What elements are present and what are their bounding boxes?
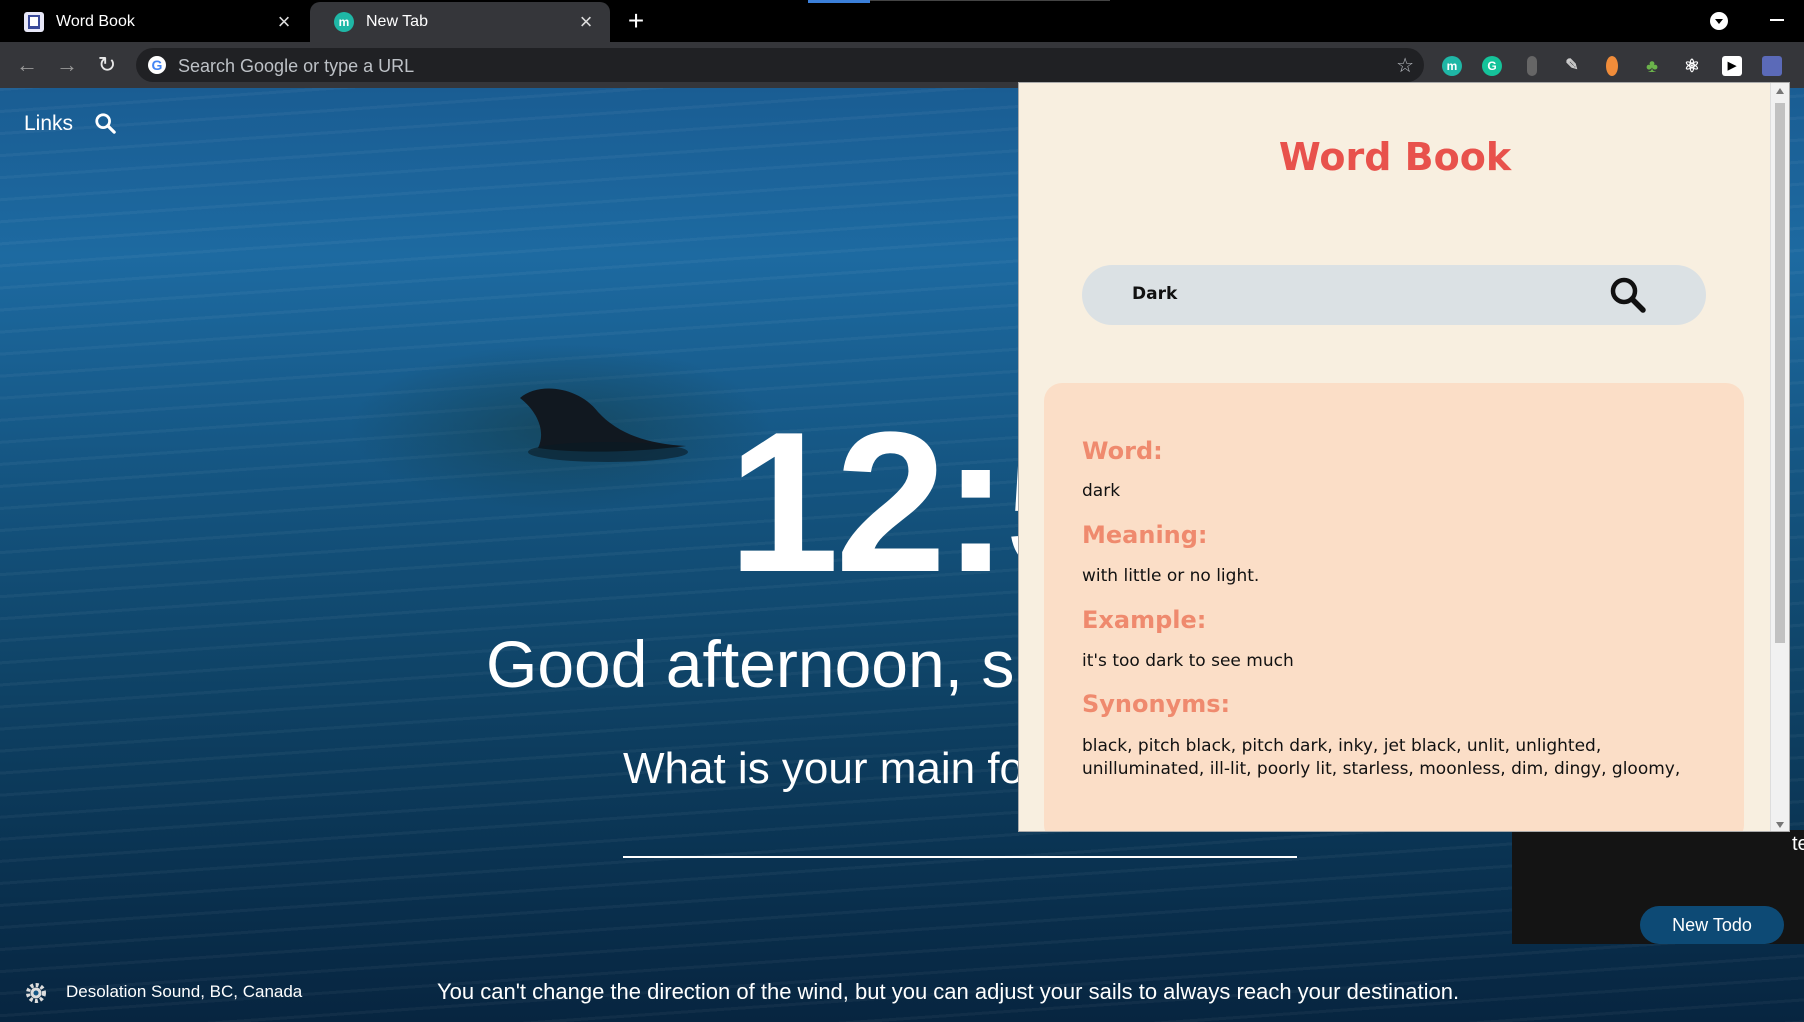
meaning-value: with little or no light.	[1082, 566, 1260, 586]
popup-title: Word Book	[1278, 135, 1512, 179]
ball-icon[interactable]	[1606, 56, 1618, 76]
result-card: Word: dark Meaning: with little or no li…	[1044, 383, 1744, 831]
forward-button[interactable]: →	[52, 50, 82, 80]
focus-input[interactable]	[623, 856, 1297, 858]
google-icon: G	[148, 56, 166, 74]
address-placeholder: Search Google or type a URL	[178, 56, 415, 76]
address-bar[interactable]: G Search Google or type a URL ☆	[136, 48, 1424, 82]
close-icon[interactable]: ×	[576, 11, 596, 33]
tab-strip: Word Book × m New Tab × +	[0, 0, 1804, 42]
tab-search-dropdown-icon[interactable]	[1710, 12, 1728, 30]
search-icon[interactable]	[94, 112, 116, 134]
tab-title: New Tab	[366, 13, 428, 30]
wordbook-icon[interactable]	[1762, 56, 1782, 76]
photo-location[interactable]: Desolation Sound, BC, Canada	[66, 982, 302, 1002]
example-label: Example:	[1082, 606, 1207, 634]
media-icon[interactable]: ▶	[1722, 56, 1742, 76]
tab-title: Word Book	[56, 13, 135, 30]
meaning-label: Meaning:	[1082, 521, 1208, 549]
word-value: dark	[1082, 481, 1121, 501]
bookmark-star-icon[interactable]: ☆	[1396, 53, 1414, 78]
grammarly-icon[interactable]: G	[1482, 56, 1502, 76]
daily-quote: You can't change the direction of the wi…	[437, 979, 1460, 1004]
new-todo-button[interactable]: New Todo	[1640, 906, 1784, 944]
tab-word-book[interactable]: Word Book ×	[0, 2, 308, 42]
pen-icon[interactable]: ✎	[1562, 56, 1582, 76]
synonyms-label: Synonyms:	[1082, 690, 1231, 718]
tree-icon[interactable]: ♣	[1642, 56, 1662, 76]
scroll-thumb[interactable]	[1775, 103, 1785, 643]
greeting: Good afternoon, s	[486, 627, 1015, 701]
scroll-up-arrow[interactable]	[1776, 88, 1784, 94]
todo-toggle-label[interactable]: te	[1792, 833, 1804, 856]
search-value: Dark	[1132, 284, 1178, 304]
momentum-icon: m	[334, 12, 354, 32]
synonyms-value: black, pitch black, pitch dark, inky, je…	[1082, 736, 1681, 779]
example-value: it's too dark to see much	[1082, 651, 1294, 671]
links-button[interactable]: Links	[24, 112, 73, 136]
back-button[interactable]: ←	[12, 50, 42, 80]
word-label: Word:	[1082, 437, 1163, 465]
react-icon[interactable]: ⚛	[1682, 56, 1702, 76]
scroll-down-arrow[interactable]	[1776, 822, 1784, 828]
tab-new-tab[interactable]: m New Tab ×	[310, 2, 610, 42]
momentum-icon[interactable]: m	[1442, 56, 1462, 76]
tab-divider	[870, 0, 1110, 1]
book-icon	[24, 12, 44, 32]
popup-scrollbar[interactable]	[1770, 83, 1789, 831]
close-icon[interactable]: ×	[274, 11, 294, 33]
tab-loading-indicator	[808, 0, 870, 3]
gear-icon[interactable]	[24, 981, 48, 1005]
word-book-popup: Word Book Dark Word: dark Meaning: with …	[1018, 82, 1790, 832]
focus-question: What is your main fo	[623, 744, 1025, 793]
new-tab-button[interactable]: +	[622, 7, 650, 36]
search-icon[interactable]	[1608, 275, 1648, 315]
extension-icon[interactable]	[1527, 56, 1537, 76]
orca-fin-image	[520, 388, 688, 462]
reload-button[interactable]: ↻	[92, 50, 122, 80]
word-search-input[interactable]: Dark	[1082, 265, 1706, 325]
minimize-button[interactable]	[1770, 19, 1784, 21]
